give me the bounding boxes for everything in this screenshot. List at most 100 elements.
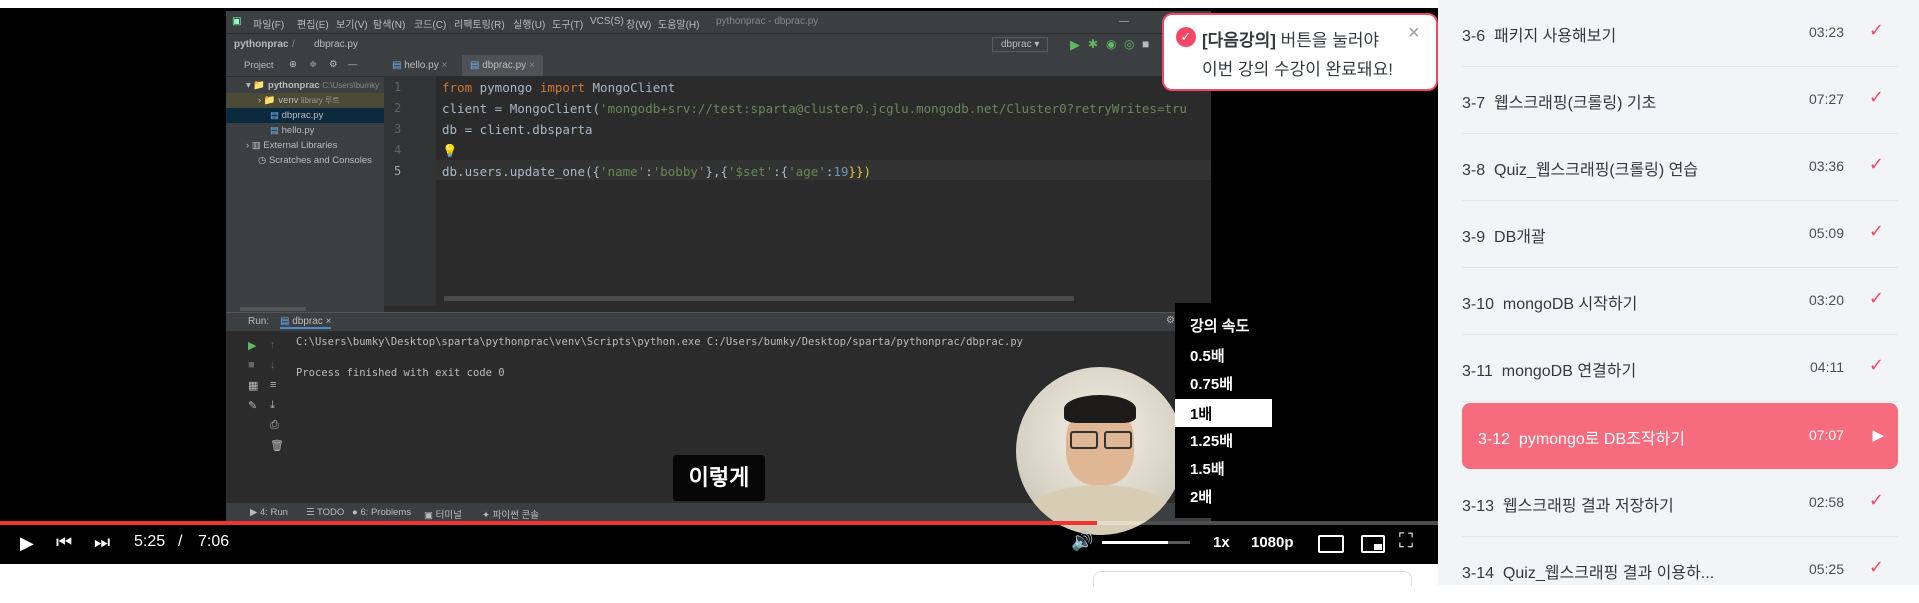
toast-line-1: [다음강의] 버튼을 눌러야	[1202, 26, 1379, 51]
tree-row: › 📁 venv library 루트	[226, 93, 384, 108]
stop-run-icon: ■	[248, 359, 255, 371]
current-time: 5:25	[134, 533, 166, 550]
lecture-title: 3-8 Quiz_웹스크래핑(크롤링) 연습	[1462, 162, 1699, 179]
rerun-icon: ▶	[248, 340, 257, 352]
line-number: 1	[394, 80, 402, 94]
quality-button[interactable]: 1080p	[1251, 534, 1294, 551]
lecture-title: 3-11 mongoDB 연결하기	[1462, 363, 1637, 380]
next-icon[interactable]: ⏭	[94, 532, 110, 553]
ide-menu-item: 탐색(N)	[373, 20, 406, 31]
tree-row: ▤ dbprac.py	[226, 108, 384, 123]
lecture-title: 3-6 패키지 사용해보기	[1462, 28, 1617, 45]
ide-menu-item: VCS(S)	[590, 16, 624, 27]
lecture-item[interactable]: 3-9 DB개괄 05:09 ✓	[1462, 201, 1898, 268]
tool-tab-label: 터미널	[435, 510, 462, 521]
lecture-duration: 05:25	[1808, 561, 1844, 577]
video-player[interactable]: ▣ 파일(F) 편집(E) 보기(V) 탐색(N) 코드(C) 리팩토링(R) …	[0, 0, 1438, 564]
previous-icon[interactable]: ⏮	[56, 532, 72, 553]
page-top-strip	[0, 0, 1438, 8]
pip-icon[interactable]	[1361, 535, 1385, 553]
lecture-item[interactable]: 3-7 웹스크래핑(크롤링) 기초 07:27 ✓	[1462, 67, 1898, 134]
speed-option-selected[interactable]: 1배	[1190, 403, 1212, 424]
speed-option[interactable]: 0.75배	[1190, 373, 1233, 394]
tool-tab-label: 4: Run	[259, 507, 288, 518]
lecture-title: 3-14 Quiz_웹스크래핑 결과 이용하...	[1462, 565, 1715, 582]
lecture-item[interactable]: 3-10 mongoDB 시작하기 03:20 ✓	[1462, 268, 1898, 335]
editor-tabs: ▤ hello.py × ▤ dbprac.py ×	[384, 55, 1211, 78]
settings-icon: ⚙	[1166, 315, 1175, 326]
volume-icon[interactable]: 🔊	[1071, 531, 1093, 552]
tree-row: ▾ 📁 pythonprac C:\Users\bumky	[246, 80, 380, 91]
speed-option[interactable]: 2배	[1190, 486, 1212, 507]
profile-icon: ◎	[1124, 37, 1135, 51]
lecture-item[interactable]: 3-8 Quiz_웹스크래핑(크롤링) 연습 03:36 ✓	[1462, 134, 1898, 201]
minimize-icon: —	[1119, 16, 1129, 27]
speed-option[interactable]: 0.5배	[1190, 345, 1225, 366]
lecture-item[interactable]: 3-14 Quiz_웹스크래핑 결과 이용하... 05:25 ✓	[1462, 537, 1898, 603]
code-token: db.users.update_one({	[442, 164, 601, 179]
up-icon: ↑	[270, 339, 276, 351]
code-token: pymongo	[472, 80, 540, 95]
check-icon: ✓	[1868, 490, 1884, 510]
ide-menu-item: 편집(E)	[297, 20, 329, 31]
tool-tab: ☰ TODO	[306, 507, 345, 518]
ide-navbar: pythonprac / dbprac.py dbprac ▾ ▶ ✱ ◉ ◎ …	[226, 33, 1211, 56]
code-token: }})	[848, 164, 872, 179]
toast-highlight: [다음강의]	[1202, 31, 1276, 50]
line-gutter: 1 2 3 4 5	[384, 76, 436, 306]
lecture-item[interactable]: 3-11 mongoDB 연결하기 04:11 ✓	[1462, 335, 1898, 402]
lecture-duration: 03:36	[1808, 158, 1844, 174]
tree-row: › ▥ External Libraries	[246, 140, 338, 151]
tab-dbprac: ▤ dbprac.py ×	[462, 55, 543, 78]
check-icon: ✓	[1868, 557, 1884, 577]
run-header: Run: ▤ dbprac × ⚙	[226, 313, 1211, 331]
code-token: 'bobby'	[652, 164, 706, 179]
lecture-list: 3-6 패키지 사용해보기 03:23 ✓ 3-7 웹스크래핑(크롤링) 기초 07:…	[1438, 0, 1919, 585]
close-icon[interactable]: ×	[1408, 22, 1420, 45]
tree-row: ▤ hello.py	[270, 125, 315, 136]
lightbulb-icon: 💡	[442, 143, 458, 158]
speed-option[interactable]: 1.5배	[1190, 458, 1225, 479]
tree-hint: C:\Users\bumky	[322, 81, 380, 90]
ide-menu-item: 실행(U)	[513, 20, 546, 31]
speed-option[interactable]: 1.25배	[1190, 430, 1233, 451]
lecture-duration: 05:09	[1808, 225, 1844, 241]
line-number: 3	[394, 122, 402, 136]
check-icon: ✓	[1868, 221, 1884, 241]
code-token: MongoClient	[585, 80, 676, 95]
editor-h-scrollbar	[444, 296, 1074, 301]
ide-menu-item: 도움말(H)	[658, 20, 700, 31]
lecture-item[interactable]: 3-13 웹스크래핑 결과 저장하기 02:58 ✓	[1462, 470, 1898, 537]
code-token: :	[645, 164, 653, 179]
tool-tab-label: 파이썬 콘솔	[492, 510, 539, 521]
code-token: },{	[705, 164, 728, 179]
fullscreen-icon[interactable]: ⛶	[1399, 530, 1413, 553]
stop-icon: ■	[1142, 37, 1150, 51]
tree-label: External Libraries	[263, 140, 338, 151]
layout-icon: ▦	[248, 380, 259, 392]
captions-icon[interactable]	[1318, 535, 1344, 553]
tree-hint: library 루트	[301, 96, 340, 105]
ide-menu-item: 보기(V)	[336, 20, 368, 31]
play-icon[interactable]: ▶	[20, 533, 34, 554]
run-icon: ▶	[1070, 37, 1080, 52]
instructor-shirt	[1026, 485, 1174, 535]
speed-button[interactable]: 1x	[1213, 534, 1230, 551]
project-panel-label: Project	[244, 60, 274, 71]
code-token: db = client.dbsparta	[442, 122, 593, 137]
scroll-end-icon: ⤓	[270, 399, 275, 411]
code-editor: from pymongo import MongoClient client =…	[436, 76, 1211, 306]
completion-toast: ✓ [다음강의] 버튼을 눌러야 이번 강의 수강이 완료돼요! ×	[1162, 13, 1438, 91]
line-number: 2	[394, 101, 402, 115]
lecture-item[interactable]: 3-6 패키지 사용해보기 03:23 ✓	[1462, 0, 1898, 67]
lecture-item-active[interactable]: 3-12 pymongo로 DB조작하기 07:07 ▶	[1462, 403, 1898, 469]
tab-label: dbprac.py	[482, 60, 527, 71]
tool-tab-label: TODO	[316, 507, 345, 518]
tool-tab: ● 6: Problems	[352, 507, 412, 518]
lecture-title: 3-13 웹스크래핑 결과 저장하기	[1462, 498, 1674, 515]
speed-menu: 강의 속도 0.5배 0.75배 1배 1.25배 1.5배 2배	[1175, 303, 1272, 518]
target-icon: ⊕	[289, 59, 297, 70]
ide-window-title: pythonprac - dbprac.py	[716, 16, 819, 27]
coverage-icon: ◉	[1106, 37, 1117, 51]
check-icon: ✓	[1868, 154, 1884, 174]
